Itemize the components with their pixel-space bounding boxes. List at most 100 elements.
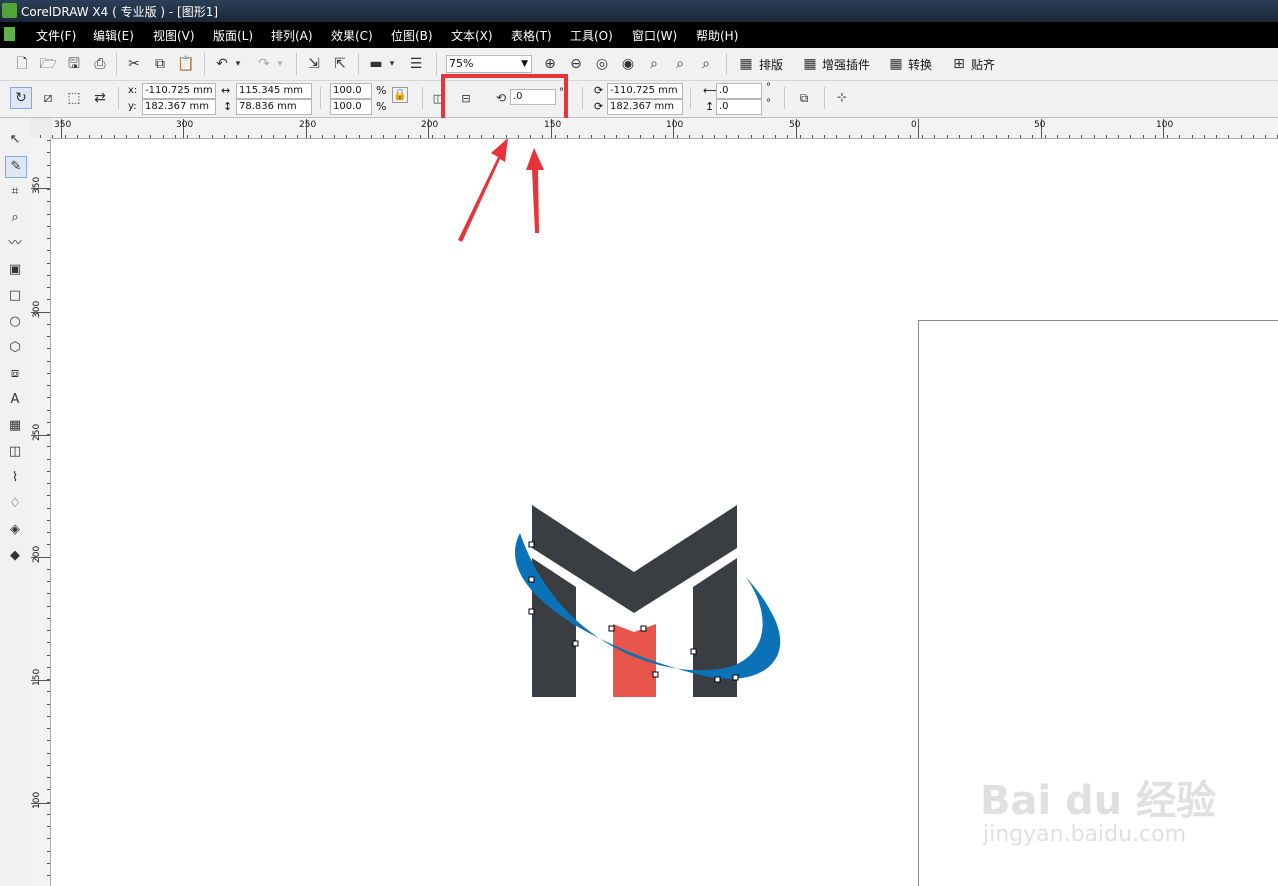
menu-edit[interactable]: 编辑(E) bbox=[93, 27, 134, 44]
scale-y-field[interactable]: 100.0 bbox=[330, 99, 372, 115]
menu-view[interactable]: 视图(V) bbox=[153, 27, 195, 44]
menu-help[interactable]: 帮助(H) bbox=[696, 27, 738, 44]
x-position-field[interactable]: -110.725 mm bbox=[142, 83, 216, 99]
menu-window[interactable]: 窗口(W) bbox=[632, 27, 677, 44]
ruler-tick bbox=[848, 135, 850, 138]
enhance-plugin-button[interactable]: 增强插件 bbox=[822, 56, 870, 73]
ruler-tick bbox=[47, 213, 50, 215]
menu-bitmaps[interactable]: 位图(B) bbox=[391, 27, 433, 44]
zoom-all-objects-icon[interactable]: ◉ bbox=[618, 54, 638, 74]
rotate-mode-icon[interactable]: ↻ bbox=[10, 87, 32, 109]
table-tool-icon[interactable]: ▦ bbox=[5, 416, 25, 436]
ruler-tick bbox=[47, 544, 50, 546]
ruler-tick bbox=[47, 691, 50, 693]
layout-tool-icon[interactable]: ▦ bbox=[736, 54, 756, 74]
horizontal-ruler[interactable]: 350 300 250 200 150 100 50 0 50 100 bbox=[40, 118, 1278, 139]
vertical-ruler[interactable]: 350 300 250 200 150 100 bbox=[30, 138, 51, 886]
ruler-tick bbox=[47, 458, 50, 460]
ruler-label: 100 bbox=[32, 791, 42, 809]
interactive-effects-tool-icon[interactable]: ◫ bbox=[5, 442, 25, 462]
new-document-icon[interactable]: 🗋 bbox=[12, 54, 32, 74]
fill-tool-icon[interactable]: ◈ bbox=[5, 520, 25, 540]
polygon-tool-icon[interactable]: ⬡ bbox=[5, 338, 25, 358]
scale-x-field[interactable]: 100.0 bbox=[330, 83, 372, 99]
freehand-tool-icon[interactable]: 〰 bbox=[5, 234, 25, 254]
toolbar-separator bbox=[358, 53, 359, 75]
convert-tool-icon[interactable]: ▦ bbox=[886, 54, 906, 74]
rotation-center-x-field[interactable]: -110.725 mm bbox=[607, 83, 683, 99]
rectangle-tool-icon[interactable]: □ bbox=[5, 286, 25, 306]
property-bar: ↻ ⧄ ⬚ ⇄ x: -110.725 mm y: 182.367 mm ↔ 1… bbox=[0, 81, 1278, 118]
scale-mode-icon[interactable]: ⬚ bbox=[64, 88, 84, 108]
lock-ratio-icon[interactable]: 🔒 bbox=[392, 87, 408, 103]
undo-icon[interactable]: ↶ bbox=[212, 54, 232, 74]
text-tool-icon[interactable]: A bbox=[5, 390, 25, 410]
paste-icon[interactable]: 📋 bbox=[176, 54, 196, 74]
application-launcher-icon[interactable]: ▬ bbox=[366, 54, 386, 74]
ruler-label: 200 bbox=[421, 120, 439, 130]
height-field[interactable]: 78.836 mm bbox=[236, 99, 312, 115]
relative-center-icon[interactable]: ⊹ bbox=[832, 87, 852, 107]
basic-shapes-tool-icon[interactable]: ⧈ bbox=[5, 364, 25, 384]
welcome-screen-icon[interactable]: ☰ bbox=[406, 54, 426, 74]
menu-text[interactable]: 文本(X) bbox=[451, 27, 493, 44]
logo-artwork[interactable] bbox=[500, 500, 800, 705]
pick-tool-icon[interactable]: ↖ bbox=[5, 130, 25, 150]
zoom-out-icon[interactable]: ⊖ bbox=[566, 54, 586, 74]
ruler-tick bbox=[47, 581, 50, 582]
shape-tool-icon[interactable]: ✎ bbox=[5, 156, 27, 178]
menu-effects[interactable]: 效果(C) bbox=[331, 27, 373, 44]
undo-dropdown-icon[interactable]: ▾ bbox=[232, 54, 244, 74]
eyedropper-tool-icon[interactable]: ⌇ bbox=[5, 468, 25, 488]
menu-arrange[interactable]: 排列(A) bbox=[271, 27, 313, 44]
apply-to-duplicate-icon[interactable]: ⧉ bbox=[794, 88, 814, 108]
plugin-tool-icon[interactable]: ▦ bbox=[800, 54, 820, 74]
redo-dropdown-icon[interactable]: ▾ bbox=[274, 54, 286, 74]
save-icon[interactable]: 🖫 bbox=[64, 54, 84, 74]
redo-icon[interactable]: ↷ bbox=[254, 54, 274, 74]
zoom-page-icon[interactable]: ⌕ bbox=[644, 54, 664, 74]
snap-tool-icon[interactable]: ⊞ bbox=[949, 54, 969, 74]
zoom-selected-icon[interactable]: ◎ bbox=[592, 54, 612, 74]
outline-tool-icon[interactable]: ♢ bbox=[5, 494, 25, 514]
zoom-tool-icon[interactable]: ⌕ bbox=[5, 208, 25, 228]
copy-icon[interactable]: ⧉ bbox=[150, 54, 170, 74]
menu-file[interactable]: 文件(F) bbox=[36, 27, 76, 44]
ruler-tick bbox=[1007, 135, 1009, 138]
zoom-page-width-icon[interactable]: ⌕ bbox=[670, 54, 690, 74]
cut-icon[interactable]: ✂ bbox=[124, 54, 144, 74]
print-icon[interactable]: ⎙ bbox=[90, 54, 110, 74]
ruler-origin-corner[interactable] bbox=[30, 118, 52, 138]
ruler-tick bbox=[47, 519, 50, 521]
ruler-tick bbox=[370, 135, 372, 138]
convert-button[interactable]: 转换 bbox=[908, 56, 932, 73]
rotation-center-y-field[interactable]: 182.367 mm bbox=[607, 99, 683, 115]
skew-vertical-field[interactable]: .0 bbox=[716, 99, 762, 115]
interactive-fill-tool-icon[interactable]: ◆ bbox=[5, 546, 25, 566]
import-icon[interactable]: ⇲ bbox=[304, 54, 324, 74]
ruler-tick bbox=[713, 135, 715, 138]
ellipse-tool-icon[interactable]: ○ bbox=[5, 312, 25, 332]
menu-tools[interactable]: 工具(O) bbox=[570, 27, 613, 44]
smart-fill-tool-icon[interactable]: ▣ bbox=[5, 260, 25, 280]
zoom-page-height-icon[interactable]: ⌕ bbox=[696, 54, 716, 74]
zoom-level-select[interactable]: 75% ▼ bbox=[446, 55, 532, 73]
menu-table[interactable]: 表格(T) bbox=[511, 27, 552, 44]
toolbar-separator bbox=[690, 87, 691, 109]
snap-button[interactable]: 贴齐 bbox=[971, 56, 995, 73]
mirror-mode-icon[interactable]: ⇄ bbox=[90, 88, 110, 108]
ruler-tick bbox=[47, 372, 50, 374]
export-icon[interactable]: ⇱ bbox=[330, 54, 350, 74]
ruler-tick bbox=[47, 850, 50, 852]
open-folder-icon[interactable]: 🗁 bbox=[38, 54, 58, 74]
skew-mode-icon[interactable]: ⧄ bbox=[38, 88, 58, 108]
crop-tool-icon[interactable]: ⌗ bbox=[5, 182, 25, 202]
zoom-in-icon[interactable]: ⊕ bbox=[540, 54, 560, 74]
y-position-field[interactable]: 182.367 mm bbox=[142, 99, 216, 115]
skew-horizontal-field[interactable]: .0 bbox=[716, 83, 762, 99]
launcher-dropdown-icon[interactable]: ▾ bbox=[386, 54, 398, 74]
layout-button[interactable]: 排版 bbox=[759, 56, 783, 73]
width-field[interactable]: 115.345 mm bbox=[236, 83, 312, 99]
ruler-tick bbox=[47, 336, 50, 337]
menu-layout[interactable]: 版面(L) bbox=[213, 27, 253, 44]
